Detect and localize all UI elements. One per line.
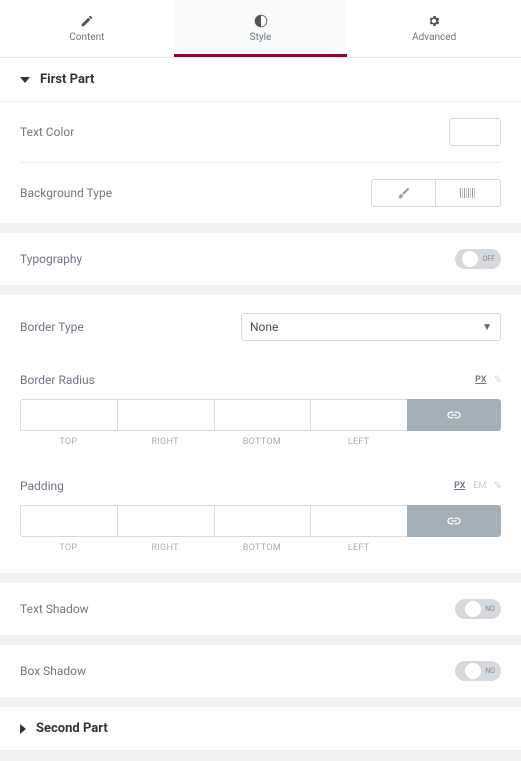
typography-label: Typography bbox=[20, 252, 82, 266]
border-radius-inputs: TOP RIGHT BOTTOM LEFT bbox=[20, 399, 501, 447]
padding-inputs: TOP RIGHT BOTTOM LEFT bbox=[20, 505, 501, 553]
pos-top: TOP bbox=[59, 437, 77, 447]
text-color-picker[interactable] bbox=[449, 118, 501, 146]
unit-pct-2[interactable]: % bbox=[494, 481, 501, 491]
padding-left[interactable] bbox=[310, 505, 407, 537]
unit-em[interactable]: EM bbox=[473, 481, 486, 491]
tab-advanced[interactable]: Advanced bbox=[347, 0, 521, 57]
tab-content-label: Content bbox=[69, 32, 104, 43]
border-radius-units: PX % bbox=[475, 375, 501, 385]
caret-right-icon bbox=[20, 724, 26, 734]
toggle-knob bbox=[465, 663, 481, 679]
section-second-label: Second Part bbox=[36, 721, 108, 736]
border-type-label: Border Type bbox=[20, 320, 84, 334]
box-shadow-toggle[interactable]: NO bbox=[455, 661, 501, 681]
link-icon bbox=[446, 407, 462, 423]
border-radius-bottom[interactable] bbox=[214, 399, 311, 431]
pos-right: RIGHT bbox=[151, 437, 178, 447]
border-type-select[interactable]: None ▼ bbox=[241, 313, 501, 341]
pos-left-2: LEFT bbox=[348, 543, 370, 553]
link-icon bbox=[446, 513, 462, 529]
padding-top[interactable] bbox=[20, 505, 117, 537]
gear-icon bbox=[427, 14, 441, 28]
bg-type-group bbox=[371, 179, 501, 207]
chevron-down-icon: ▼ bbox=[482, 322, 492, 333]
pos-bottom: BOTTOM bbox=[243, 437, 281, 447]
tab-advanced-label: Advanced bbox=[412, 32, 456, 43]
barcode-icon bbox=[460, 188, 476, 198]
text-shadow-toggle[interactable]: NO bbox=[455, 599, 501, 619]
border-radius-label: Border Radius bbox=[20, 373, 95, 387]
pos-right-2: RIGHT bbox=[151, 543, 178, 553]
bg-type-classic[interactable] bbox=[371, 179, 436, 207]
tab-content[interactable]: Content bbox=[0, 0, 174, 57]
border-radius-top[interactable] bbox=[20, 399, 117, 431]
padding-label: Padding bbox=[20, 479, 64, 493]
bg-type-gradient[interactable] bbox=[436, 179, 501, 207]
unit-pct[interactable]: % bbox=[494, 375, 501, 385]
toggle-knob bbox=[462, 251, 478, 267]
border-type-value: None bbox=[250, 320, 278, 334]
text-color-label: Text Color bbox=[20, 125, 74, 139]
pos-bottom-2: BOTTOM bbox=[243, 543, 281, 553]
box-shadow-label: Box Shadow bbox=[20, 664, 86, 678]
tab-style[interactable]: Style bbox=[174, 0, 348, 57]
bg-type-label: Background Type bbox=[20, 186, 112, 200]
box-shadow-toggle-label: NO bbox=[485, 667, 495, 675]
border-radius-right[interactable] bbox=[117, 399, 214, 431]
section-first-part[interactable]: First Part bbox=[0, 58, 521, 102]
padding-bottom[interactable] bbox=[214, 505, 311, 537]
tab-style-label: Style bbox=[250, 32, 272, 43]
typography-toggle-label: OFF bbox=[482, 255, 495, 263]
border-radius-link[interactable] bbox=[407, 399, 501, 431]
pencil-icon bbox=[80, 14, 94, 28]
caret-down-icon bbox=[20, 77, 30, 83]
toggle-knob bbox=[465, 601, 481, 617]
border-radius-left[interactable] bbox=[310, 399, 407, 431]
pos-top-2: TOP bbox=[59, 543, 77, 553]
unit-px[interactable]: PX bbox=[475, 375, 486, 385]
padding-link[interactable] bbox=[407, 505, 501, 537]
section-second-part[interactable]: Second Part bbox=[0, 707, 521, 751]
padding-right[interactable] bbox=[117, 505, 214, 537]
text-shadow-toggle-label: NO bbox=[485, 605, 495, 613]
text-shadow-label: Text Shadow bbox=[20, 602, 89, 616]
padding-units: PX EM % bbox=[454, 481, 501, 491]
half-circle-icon bbox=[254, 14, 268, 28]
unit-px-2[interactable]: PX bbox=[454, 481, 465, 491]
brush-icon bbox=[397, 186, 411, 200]
section-first-label: First Part bbox=[40, 72, 94, 87]
typography-toggle[interactable]: OFF bbox=[455, 249, 501, 269]
pos-left: LEFT bbox=[348, 437, 370, 447]
